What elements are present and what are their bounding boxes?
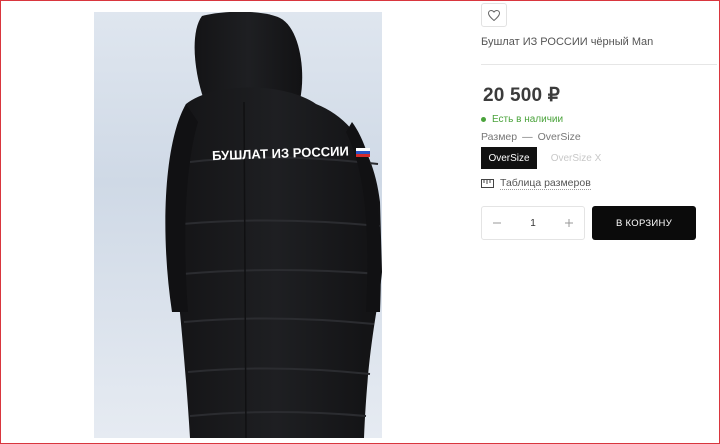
heart-icon [488,9,500,21]
plus-icon [565,219,573,227]
quantity-decrease-button[interactable] [482,207,512,239]
ruler-icon [481,179,494,188]
product-photo[interactable]: БУШЛАТ ИЗ РОССИИ [94,12,382,438]
quantity-stepper: 1 [481,206,585,240]
minus-icon [493,222,501,224]
size-summary: Размер — OverSize [481,131,581,143]
quantity-value[interactable]: 1 [512,218,554,229]
size-selected-value: OverSize [537,131,581,143]
product-title: Бушлат ИЗ РОССИИ чёрный Man [481,36,654,48]
stock-status: Есть в наличии [481,114,563,125]
size-table-label: Таблица размеров [500,177,591,190]
size-label: Размер [481,131,518,143]
stock-text: Есть в наличии [492,114,564,125]
size-option-oversize-x[interactable]: OverSize X [543,147,609,169]
size-separator: — [522,131,533,143]
quantity-increase-button[interactable] [554,207,584,239]
product-photo-illustration: БУШЛАТ ИЗ РОССИИ [165,12,382,438]
stock-dot-icon [481,117,486,122]
size-table-link[interactable]: Таблица размеров [481,177,591,190]
add-to-cart-button[interactable]: В КОРЗИНУ [592,206,696,240]
product-price: 20 500 ₽ [483,85,561,106]
favorite-button[interactable] [481,3,507,27]
divider [481,64,717,65]
size-option-oversize[interactable]: OverSize [481,147,537,169]
